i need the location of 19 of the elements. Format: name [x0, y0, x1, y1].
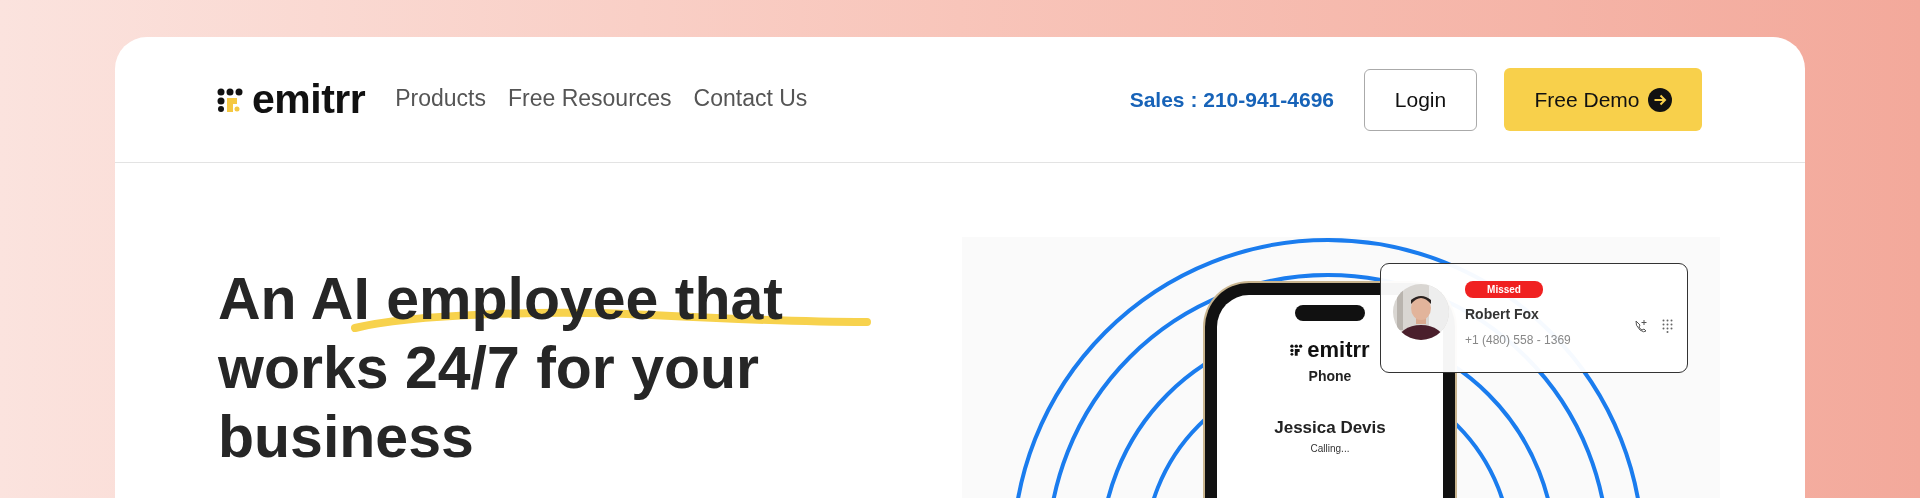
- app-label: Phone: [1308, 367, 1352, 386]
- logo-icon: [1290, 343, 1304, 356]
- nav-link[interactable]: Free Resources: [508, 81, 672, 116]
- demo-button[interactable]: Free Demo: [1504, 68, 1702, 131]
- nav-link[interactable]: Products: [395, 81, 486, 116]
- logo-text[interactable]: emitrr: [252, 79, 366, 120]
- caller-name: Jessica Devis: [1274, 417, 1386, 439]
- sales-phone-link[interactable]: Sales : 210-941-4696: [1129, 83, 1334, 116]
- logo-text: emitrr: [1307, 336, 1370, 364]
- call-status: Calling...: [1310, 441, 1350, 456]
- nav-link[interactable]: Contact Us: [693, 81, 808, 116]
- contact-number: +1 (480) 558 - 1369: [1465, 332, 1571, 349]
- logo-icon: [217, 87, 244, 112]
- missed-badge: Missed: [1465, 281, 1543, 298]
- phone-notch: [1295, 305, 1365, 321]
- login-button[interactable]: Login: [1364, 68, 1477, 131]
- contact-name: Robert Fox: [1465, 305, 1540, 324]
- dialpad-icon[interactable]: [1662, 319, 1673, 333]
- add-call-icon[interactable]: [1634, 319, 1648, 333]
